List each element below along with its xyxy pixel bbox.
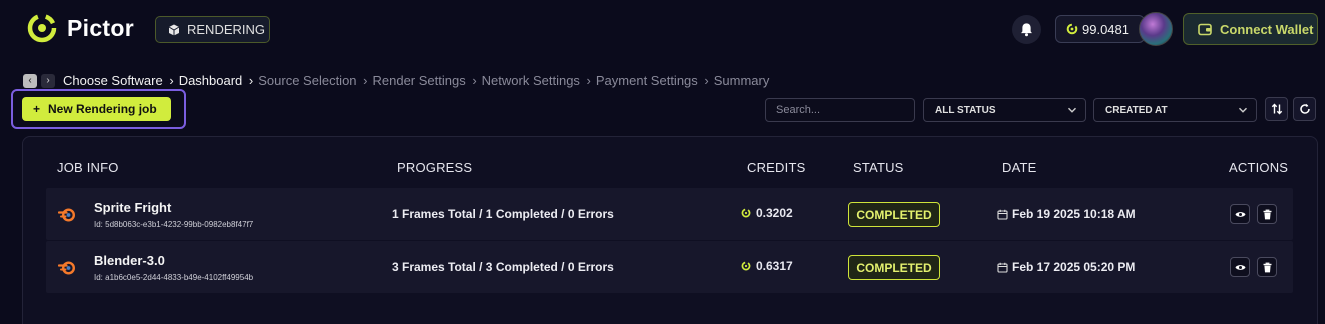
breadcrumb-dashboard[interactable]: Dashboard › (179, 73, 259, 88)
credits-balance[interactable]: 99.0481 (1055, 15, 1145, 43)
user-avatar[interactable] (1139, 12, 1173, 46)
status-filter-select[interactable]: ALL STATUS (923, 98, 1086, 122)
wallet-icon (1198, 23, 1212, 36)
calendar-icon (997, 209, 1008, 220)
delete-job-button[interactable] (1257, 204, 1277, 224)
job-date-value: Feb 19 2025 10:18 AM (1012, 207, 1136, 221)
breadcrumb-payment-settings[interactable]: Payment Settings › (596, 73, 714, 88)
job-progress: 3 Frames Total / 3 Completed / 0 Errors (392, 260, 614, 274)
chevron-down-icon (1238, 107, 1248, 113)
job-name: Blender-3.0 (94, 253, 165, 268)
sort-arrows-icon (1271, 103, 1282, 115)
delete-job-button[interactable] (1257, 257, 1277, 277)
plus-icon: + (33, 102, 41, 116)
new-rendering-job-button[interactable]: + New Rendering job (22, 97, 171, 121)
trash-icon (1263, 209, 1271, 219)
eye-icon (1235, 211, 1245, 217)
credit-coin-icon (741, 261, 751, 271)
refresh-icon (1299, 103, 1310, 114)
rendering-mode-badge[interactable]: RENDERING (155, 16, 270, 43)
new-job-highlight: + New Rendering job (11, 89, 186, 129)
breadcrumb-source-selection[interactable]: Source Selection › (258, 73, 372, 88)
job-credits-value: 0.3202 (756, 206, 793, 220)
back-arrow-button[interactable]: ‹ (23, 73, 37, 88)
pictor-logo-icon (27, 13, 57, 43)
trash-icon (1263, 262, 1271, 272)
column-header-credits: CREDITS (747, 160, 806, 175)
job-name: Sprite Fright (94, 200, 172, 215)
eye-icon (1235, 264, 1245, 270)
sort-by-value: CREATED AT (1105, 104, 1168, 116)
mode-badge-label: RENDERING (187, 22, 266, 37)
column-header-status: STATUS (853, 160, 904, 175)
job-progress: 1 Frames Total / 1 Completed / 0 Errors (392, 207, 614, 221)
breadcrumb-choose-software[interactable]: Choose Software › (63, 73, 179, 88)
table-row[interactable]: Blender-3.0 Id: a1b6c0e5-2d44-4833-b49e-… (46, 241, 1293, 293)
status-badge: COMPLETED (848, 255, 940, 280)
top-bar: Pictor RENDERING 99.0481 Connect Wallet (0, 0, 1325, 60)
column-header-date: DATE (1002, 160, 1037, 175)
job-id: Id: 5d8b063c-e3b1-4232-99bb-0982eb8f47f7 (94, 220, 254, 229)
connect-wallet-button[interactable]: Connect Wallet (1183, 13, 1318, 45)
breadcrumb-summary[interactable]: Summary (714, 73, 770, 88)
forward-arrow-button[interactable]: › (41, 73, 55, 88)
view-job-button[interactable] (1230, 257, 1250, 277)
connect-wallet-label: Connect Wallet (1220, 21, 1314, 37)
job-credits-value: 0.6317 (756, 259, 793, 273)
chevron-down-icon (1067, 107, 1077, 113)
column-header-progress: PROGRESS (397, 160, 473, 175)
job-id: Id: a1b6c0e5-2d44-4833-b49e-4102ff49954b (94, 273, 254, 282)
sort-order-button[interactable] (1265, 97, 1288, 121)
job-date-value: Feb 17 2025 05:20 PM (1012, 260, 1136, 274)
job-credits: 0.3202 (741, 206, 793, 220)
refresh-button[interactable] (1293, 97, 1316, 121)
job-date: Feb 19 2025 10:18 AM (997, 207, 1136, 221)
cube-icon (168, 24, 180, 35)
credit-coin-icon (741, 208, 751, 218)
app-logo[interactable]: Pictor (25, 11, 134, 45)
column-header-actions: ACTIONS (1229, 160, 1289, 175)
view-job-button[interactable] (1230, 204, 1250, 224)
blender-logo-icon (58, 261, 76, 275)
credits-balance-value: 99.0481 (1082, 21, 1129, 37)
notifications-button[interactable] (1012, 15, 1041, 44)
status-filter-value: ALL STATUS (935, 104, 996, 116)
bell-icon (1021, 23, 1032, 37)
job-date: Feb 17 2025 05:20 PM (997, 260, 1135, 274)
search-input[interactable] (765, 98, 915, 122)
breadcrumb-network-settings[interactable]: Network Settings › (482, 73, 596, 88)
breadcrumb-render-settings[interactable]: Render Settings › (372, 73, 481, 88)
sort-by-select[interactable]: CREATED AT (1093, 98, 1257, 122)
blender-logo-icon (58, 208, 76, 222)
calendar-icon (997, 262, 1008, 273)
breadcrumb: ‹ › Choose Software › Dashboard › Source… (23, 73, 769, 88)
column-header-job-info: JOB INFO (57, 160, 119, 175)
job-credits: 0.6317 (741, 259, 793, 273)
logo-text: Pictor (67, 14, 134, 41)
status-badge: COMPLETED (848, 202, 940, 227)
table-row[interactable]: Sprite Fright Id: 5d8b063c-e3b1-4232-99b… (46, 188, 1293, 240)
new-rendering-job-label: New Rendering job (48, 102, 157, 116)
credit-coin-icon (1066, 23, 1078, 35)
